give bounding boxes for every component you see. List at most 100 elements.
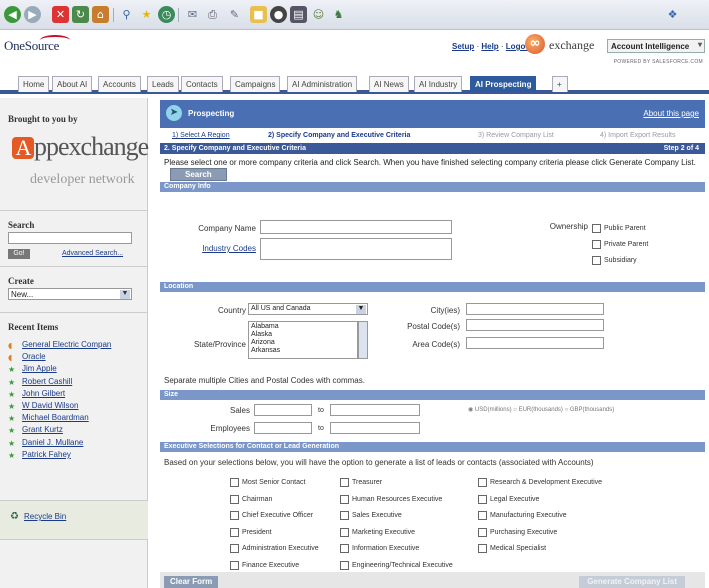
mail-icon[interactable]: ✉ [184,6,201,23]
area-codes-input[interactable] [466,337,604,349]
usd-radio[interactable]: ◉ [468,407,473,413]
company-name-input[interactable] [260,220,452,234]
executive-checkbox[interactable] [230,560,239,570]
forward-icon[interactable]: ▶ [24,6,41,23]
appexchange-logo[interactable]: Appexchange [12,132,149,162]
tab-home[interactable]: Home [18,76,50,92]
industry-codes-label[interactable]: Industry Codes [190,244,256,253]
executive-checkbox-label: Finance Executive [242,561,300,569]
discuss-icon[interactable]: ● [270,6,287,23]
developer-network-label: developer network [30,172,135,187]
tab-leads[interactable]: Leads [147,76,179,92]
eur-radio[interactable]: ○ [513,407,517,413]
setup-link[interactable]: Setup [452,42,474,51]
refresh-icon[interactable]: ↻ [72,6,89,23]
recent-item[interactable]: ★ Patrick Fahey [8,450,148,462]
executive-checkbox[interactable] [478,494,487,504]
tab-accounts[interactable]: Accounts [98,76,141,92]
sales-min-input[interactable] [254,404,312,416]
generate-company-list-button[interactable]: Generate Company List [579,576,685,588]
search-button[interactable]: Search [170,168,227,181]
history-icon[interactable]: ◷ [158,6,175,23]
recent-item[interactable]: ★ Jim Apple [8,364,148,376]
private-parent-checkbox[interactable] [592,240,601,249]
folder-icon[interactable]: ■ [250,6,267,23]
subsidiary-checkbox[interactable] [592,256,601,265]
sidebar-search-input[interactable] [8,232,132,244]
favorites-icon[interactable]: ★ [138,6,155,23]
sales-max-input[interactable] [330,404,420,416]
home-icon[interactable]: ⌂ [92,6,109,23]
postal-codes-label: Postal Code(s) [407,322,460,331]
executive-checkbox[interactable] [230,494,239,504]
recent-item[interactable]: ★ John Gilbert [8,389,148,401]
country-select[interactable]: All US and Canada ▼ [248,303,368,315]
industry-codes-input[interactable] [260,238,452,260]
advanced-search-link[interactable]: Advanced Search... [62,250,123,257]
recent-item[interactable]: ◖ General Electric Compan [8,340,148,352]
recent-item[interactable]: ★ Daniel J. Mullane [8,438,148,450]
state-option[interactable]: Alabama [251,323,355,331]
main-content: ➤ Prospecting About this page 1) Select … [160,100,705,588]
state-option[interactable]: Arkansas [251,347,355,355]
executive-checkbox[interactable] [340,511,349,520]
executive-checkbox[interactable] [478,527,487,537]
executive-checkbox[interactable] [230,478,239,487]
eur-label: EUR(thousands) [518,407,563,413]
help-link[interactable]: Help [481,42,498,51]
recent-item[interactable]: ★ Michael Boardman [8,413,148,425]
recent-item-label: Grant Kurtz [22,425,63,435]
tab-campaigns[interactable]: Campaigns [230,76,281,92]
executive-checkbox[interactable] [478,511,487,520]
print-icon[interactable]: ⎙ [204,6,221,23]
public-parent-checkbox[interactable] [592,224,601,233]
messenger-icon[interactable]: ♞ [330,6,347,23]
employees-min-input[interactable] [254,422,312,434]
tab-ai-administration[interactable]: AI Administration [287,76,358,92]
back-icon[interactable]: ◀ [4,6,21,23]
executive-checkbox[interactable] [230,527,239,537]
recent-item[interactable]: ★ Grant Kurtz [8,425,148,437]
tab-about-ai[interactable]: About AI [52,76,93,92]
gbp-radio[interactable]: ○ [565,407,569,413]
step-1-link[interactable]: 1) Select A Region [172,132,230,139]
state-list-scrollbar[interactable] [358,321,368,359]
recycle-bin-link[interactable]: Recycle Bin [24,512,66,521]
executive-checkbox[interactable] [340,527,349,537]
tab-ai-industry[interactable]: AI Industry [414,76,463,92]
tab-ai-prospecting[interactable]: AI Prospecting [470,76,537,92]
contact-icon: ★ [8,389,16,399]
stop-icon[interactable]: ✕ [52,6,69,23]
executive-checkbox[interactable] [340,478,349,487]
research-icon[interactable]: ▤ [290,6,307,23]
executive-checkbox[interactable] [478,544,487,553]
tab-add[interactable]: + [552,76,568,92]
employees-to-label: to [318,425,324,432]
recent-item[interactable]: ★ W David Wilson [8,401,148,413]
executive-checkbox[interactable] [340,544,349,553]
contact-icon: ★ [8,365,16,375]
executive-checkbox[interactable] [340,494,349,504]
state-option[interactable]: Arizona [251,339,355,347]
cities-input[interactable] [466,303,604,315]
tab-ai-news[interactable]: AI News [369,76,409,92]
recent-item[interactable]: ◖ Oracle [8,352,148,364]
executive-checkbox[interactable] [230,544,239,553]
executive-checkbox[interactable] [340,560,349,570]
executive-checkbox[interactable] [478,478,487,487]
search-icon[interactable]: ⚲ [118,6,135,23]
tab-contacts[interactable]: Contacts [181,76,223,92]
employees-max-input[interactable] [330,422,420,434]
state-province-list[interactable]: Alabama Alaska Arizona Arkansas [248,321,358,359]
app-selector[interactable]: Account Intelligence ▾ [607,39,705,53]
about-page-link[interactable]: About this page [643,109,699,118]
people-icon[interactable]: ☺ [310,6,327,23]
go-button[interactable]: Go! [8,249,30,259]
edit-icon[interactable]: ✎ [226,6,243,23]
recent-item[interactable]: ★ Robert Cashill [8,377,148,389]
state-option[interactable]: Alaska [251,331,355,339]
executive-checkbox[interactable] [230,511,239,520]
postal-codes-input[interactable] [466,319,604,331]
create-new-select[interactable]: New... ▼ [8,288,132,300]
clear-form-button[interactable]: Clear Form [164,576,219,588]
